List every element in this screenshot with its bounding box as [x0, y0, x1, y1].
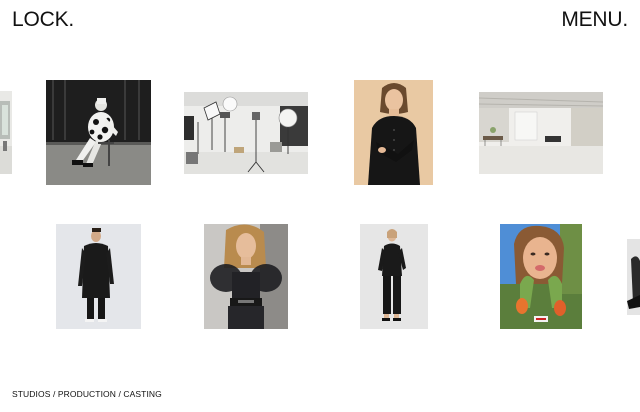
- gallery-photo-studio-window-partial[interactable]: [0, 91, 12, 174]
- gallery-photo-woman-sheer-top[interactable]: [204, 224, 288, 329]
- gallery-photo-girl-tulips[interactable]: [500, 224, 582, 329]
- gallery-photo-woman-black-jacket[interactable]: [354, 80, 433, 185]
- gallery-photo-bw-seated-portrait[interactable]: [46, 80, 151, 185]
- gallery-photo-woman-jumpsuit[interactable]: [360, 224, 428, 329]
- page: LOCK. MENU. STUDIOS / PRODUCTION / CASTI…: [0, 0, 640, 412]
- site-logo[interactable]: LOCK.: [12, 8, 74, 32]
- gallery-photo-man-long-coat[interactable]: [56, 224, 141, 329]
- gallery-photo-loft-studio[interactable]: [479, 92, 603, 174]
- gallery-photo-bw-figure-partial[interactable]: [627, 239, 640, 315]
- footer-nav[interactable]: STUDIOS / PRODUCTION / CASTING: [12, 389, 162, 399]
- gallery-photo-studio-lighting[interactable]: [184, 92, 308, 174]
- menu-button[interactable]: MENU.: [561, 8, 628, 32]
